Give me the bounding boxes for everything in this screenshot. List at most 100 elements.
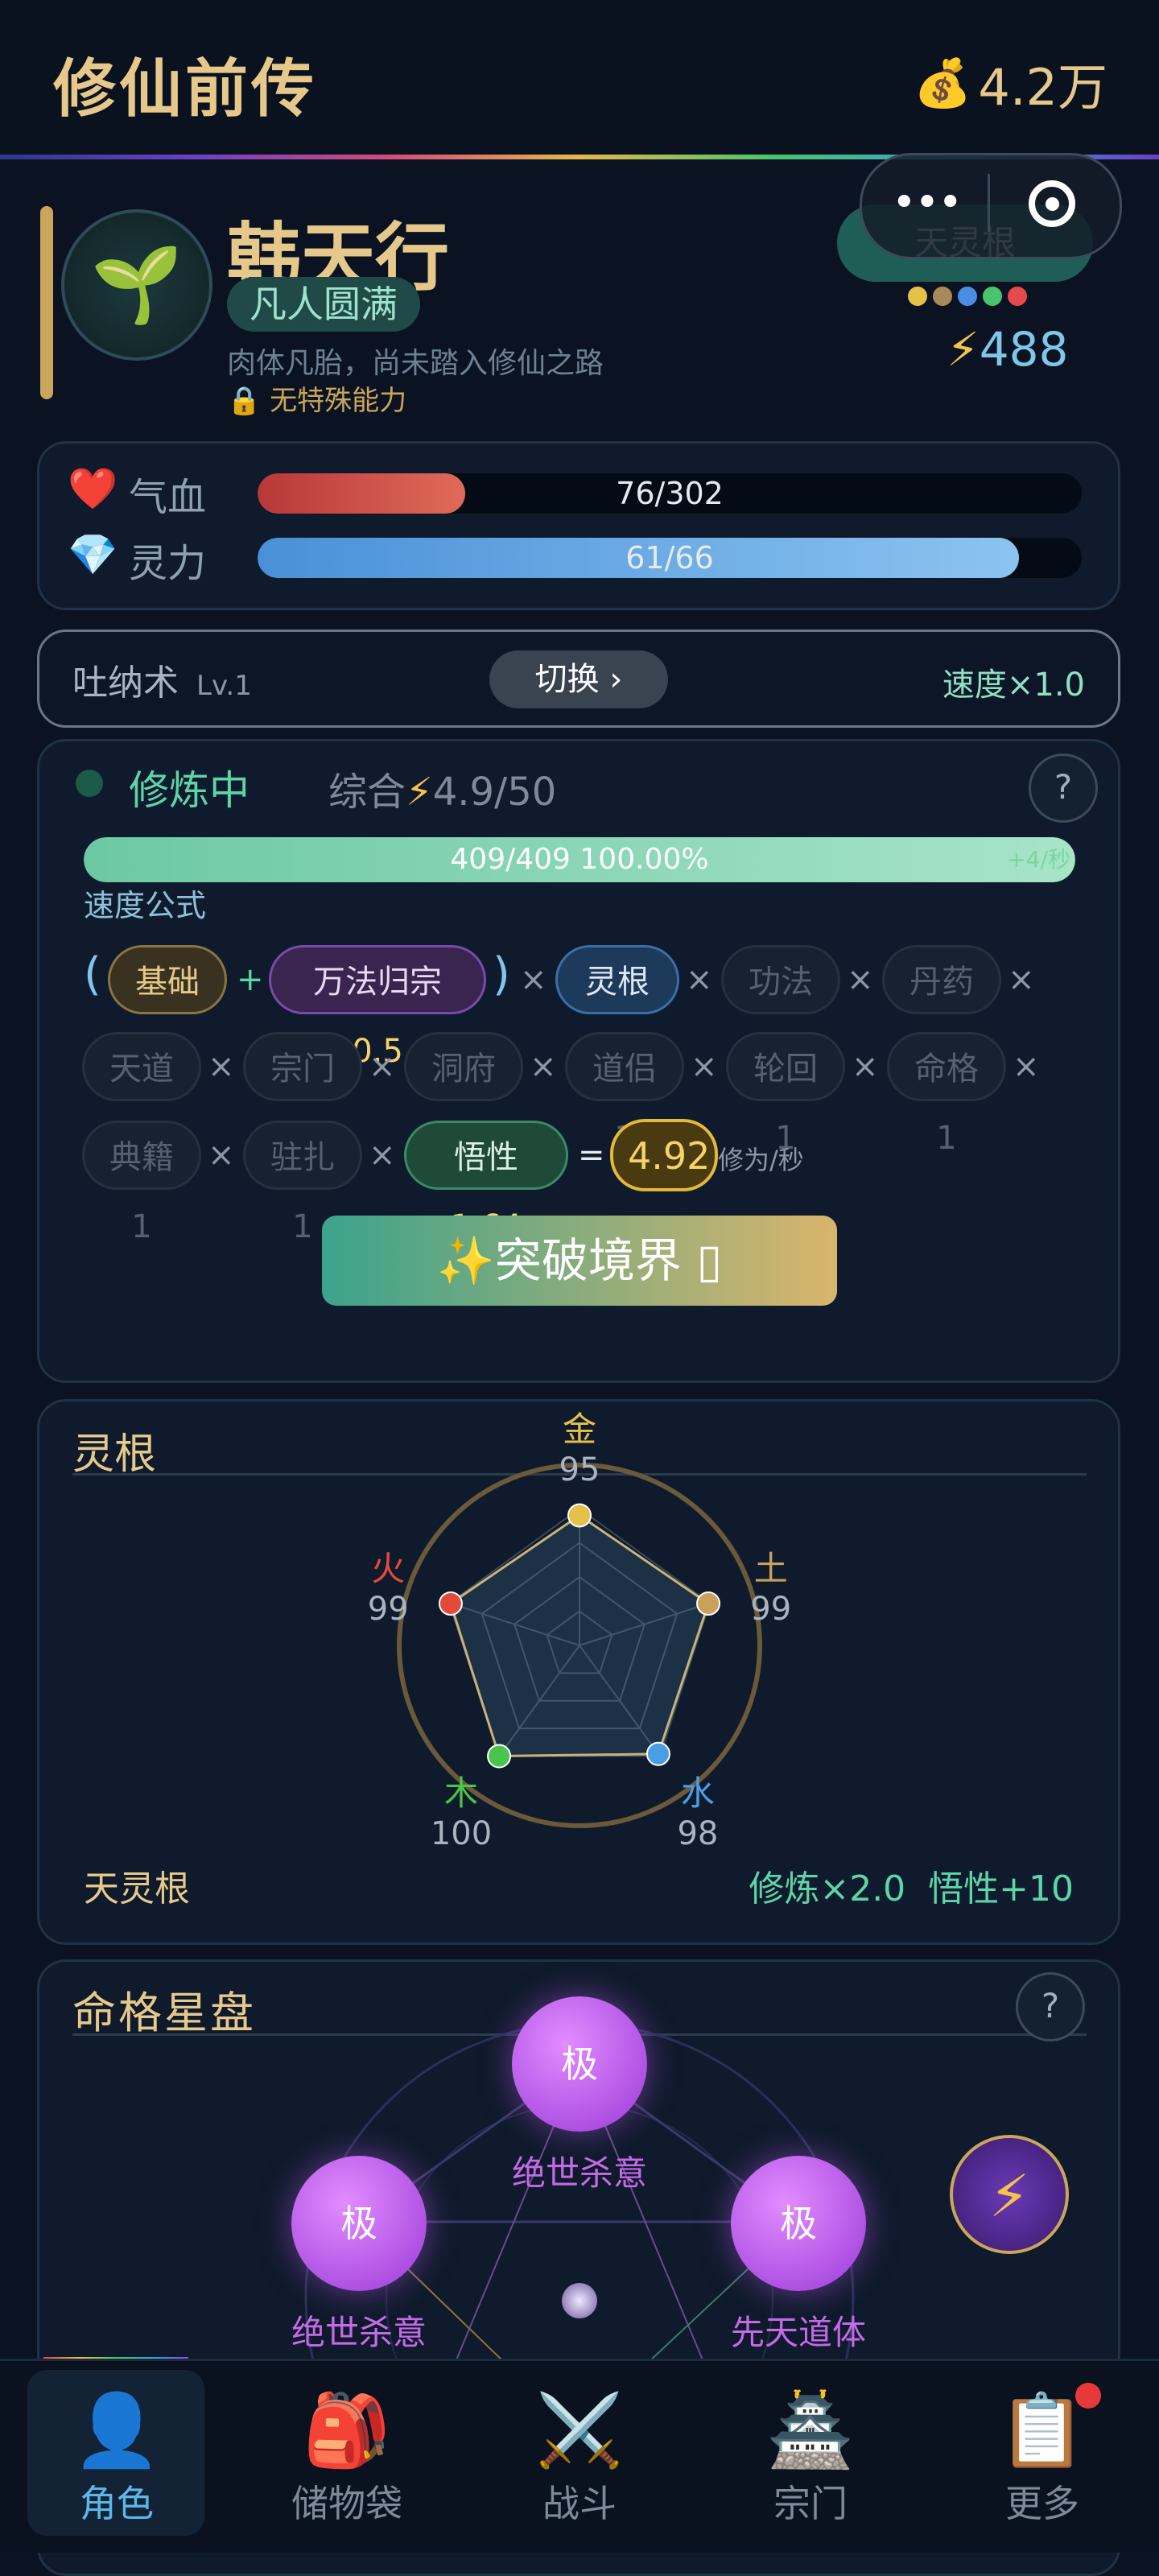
fate-star-2[interactable]: 极 <box>291 2156 427 2291</box>
breakthrough-button[interactable]: ✨突破境界 ▯ <box>322 1216 837 1306</box>
radar-label-name: 木 <box>444 1773 479 1814</box>
fate-star-3[interactable]: 极 <box>731 2156 866 2291</box>
times-sign: × <box>369 1048 396 1085</box>
power-number: 488 <box>979 322 1069 377</box>
mp-text: 61/66 <box>625 540 714 576</box>
radar-point <box>567 1503 592 1528</box>
chip-wuxing[interactable]: 悟性 1.64 <box>404 1121 568 1245</box>
switch-technique-button[interactable]: 切换 › <box>489 650 668 708</box>
times-sign: × <box>530 1048 557 1085</box>
close-target-icon[interactable] <box>1029 180 1075 227</box>
crossed-swords-icon: ⚔️ <box>535 2388 624 2471</box>
technique-level: Lv.1 <box>196 670 252 702</box>
radar-point <box>696 1591 721 1616</box>
chip-danyao[interactable]: 丹药 1 <box>882 945 1001 1070</box>
radar-label-value: 100 <box>430 1815 493 1853</box>
lock-icon: 🔒 <box>227 385 262 417</box>
radar-label: 木 100 <box>421 1766 501 1852</box>
help-button[interactable]: ? <box>1029 753 1098 823</box>
lightning-action-button[interactable]: ⚡ <box>950 2135 1069 2254</box>
radar-label: 水 98 <box>658 1766 738 1852</box>
times-sign: × <box>369 1137 396 1174</box>
chip-dianji[interactable]: 典籍 1 <box>82 1121 201 1245</box>
fate-star-2-label: 绝世杀意 <box>291 2313 427 2352</box>
special-ability-text: 无特殊能力 <box>270 385 407 417</box>
radar-label-value: 95 <box>559 1451 600 1488</box>
currency-amount: 4.2万 <box>978 58 1107 117</box>
training-progress-text: 409/409 100.00% <box>450 843 709 876</box>
hp-label: 气血 <box>129 475 207 520</box>
nav-battle-label: 战斗 <box>542 2482 617 2525</box>
root-bonus: 修炼×2.0 悟性+10 <box>749 1868 1074 1909</box>
root-dot <box>958 287 977 306</box>
technique-speed: 速度×1.0 <box>942 667 1085 704</box>
training-status: 修炼中 <box>129 767 250 814</box>
chip-wanfa[interactable]: 万法归宗 0.5 <box>269 945 486 1070</box>
chip-base-label: 基础 <box>135 964 200 1001</box>
nav-role[interactable]: 👤 角色 <box>24 2386 209 2528</box>
root-dot <box>983 287 1002 306</box>
chip-wanfa-label: 万法归宗 <box>313 964 442 1001</box>
chip-daolv[interactable]: 道侣 1 <box>565 1032 684 1157</box>
nav-more[interactable]: 📋 更多 <box>950 2386 1135 2528</box>
chip-lunhui[interactable]: 轮回 1 <box>726 1032 845 1157</box>
radar-label-name: 水 <box>680 1773 715 1814</box>
nav-battle[interactable]: ⚔️ 战斗 <box>487 2386 672 2528</box>
radar-label-value: 99 <box>367 1590 409 1628</box>
currency-display[interactable]: 💰 4.2万 <box>914 47 1107 119</box>
root-dot <box>908 287 927 306</box>
chip-gongfa[interactable]: 功法 1 <box>721 945 840 1070</box>
training-progress-bar: 409/409 100.00% +4/秒 <box>84 837 1075 882</box>
result-unit: 修为/秒 <box>718 1145 804 1175</box>
fate-star-1[interactable]: 极 <box>512 1996 647 2132</box>
nav-storage[interactable]: 🎒 储物袋 <box>254 2386 439 2528</box>
nav-sect-label: 宗门 <box>773 2482 848 2525</box>
chip-zhuzha[interactable]: 驻扎 1 <box>243 1121 362 1245</box>
more-dots-icon[interactable]: ••• <box>892 179 963 227</box>
root-dot <box>1008 287 1027 306</box>
mp-bar: 61/66 <box>258 538 1082 578</box>
radar-label-name: 土 <box>753 1548 788 1588</box>
times-sign: × <box>208 1137 235 1174</box>
hp-bar: 76/302 <box>258 473 1082 514</box>
technique-name: 吐纳术 Lv.1 <box>72 654 252 705</box>
backpack-icon: 🎒 <box>303 2388 391 2471</box>
technique-title: 吐纳术 <box>72 663 179 704</box>
capsule-divider <box>988 174 990 232</box>
radar-label-value: 99 <box>750 1590 792 1628</box>
chip-zongmen[interactable]: 宗门 1 <box>243 1032 362 1157</box>
chip-mingge[interactable]: 命格 1 <box>887 1032 1006 1157</box>
heart-icon: ❤️ <box>68 465 118 512</box>
chip-base[interactable]: 基础 1 <box>108 945 227 1070</box>
notification-badge <box>1075 2383 1101 2409</box>
radar-point <box>438 1591 463 1616</box>
mp-label: 灵力 <box>129 541 207 586</box>
special-ability: 🔒 无特殊能力 <box>227 378 406 418</box>
result-chip: 4.92 <box>610 1119 718 1191</box>
times-sign: × <box>686 961 713 998</box>
plus-sign: + <box>237 961 264 998</box>
money-bag-icon: 💰 <box>914 55 972 110</box>
times-sign: × <box>847 961 874 998</box>
fate-star-3-label: 先天道体 <box>730 2313 866 2352</box>
root-color-dots <box>908 287 1027 306</box>
nav-sect[interactable]: 🏯 宗门 <box>718 2386 903 2528</box>
overall-prefix: 综合 <box>328 770 406 815</box>
chip-dongfu[interactable]: 洞府 1 <box>404 1032 523 1157</box>
sprout-icon: 🌱 <box>90 242 184 328</box>
realm-badge: 凡人圆满 <box>227 277 420 332</box>
fate-star-1-label: 绝世杀意 <box>511 2153 647 2193</box>
root-type: 天灵根 <box>84 1868 190 1909</box>
lightning-icon: ⚡ <box>947 322 980 377</box>
radar-point <box>487 1744 512 1769</box>
power-value: ⚡488 <box>947 322 1068 377</box>
radar-area <box>449 1513 710 1758</box>
chip-tiandao[interactable]: 天道 1 <box>82 1032 201 1157</box>
overall-score: 综合⚡4.9/50 <box>328 760 556 816</box>
nav-more-label: 更多 <box>1005 2482 1079 2525</box>
nav-storage-label: 储物袋 <box>291 2482 402 2525</box>
chip-wuxing-label: 悟性 <box>454 1139 518 1176</box>
avatar[interactable]: 🌱 <box>61 209 212 361</box>
chip-root[interactable]: 灵根 2 <box>555 945 679 1070</box>
person-icon: 👤 <box>72 2388 161 2471</box>
